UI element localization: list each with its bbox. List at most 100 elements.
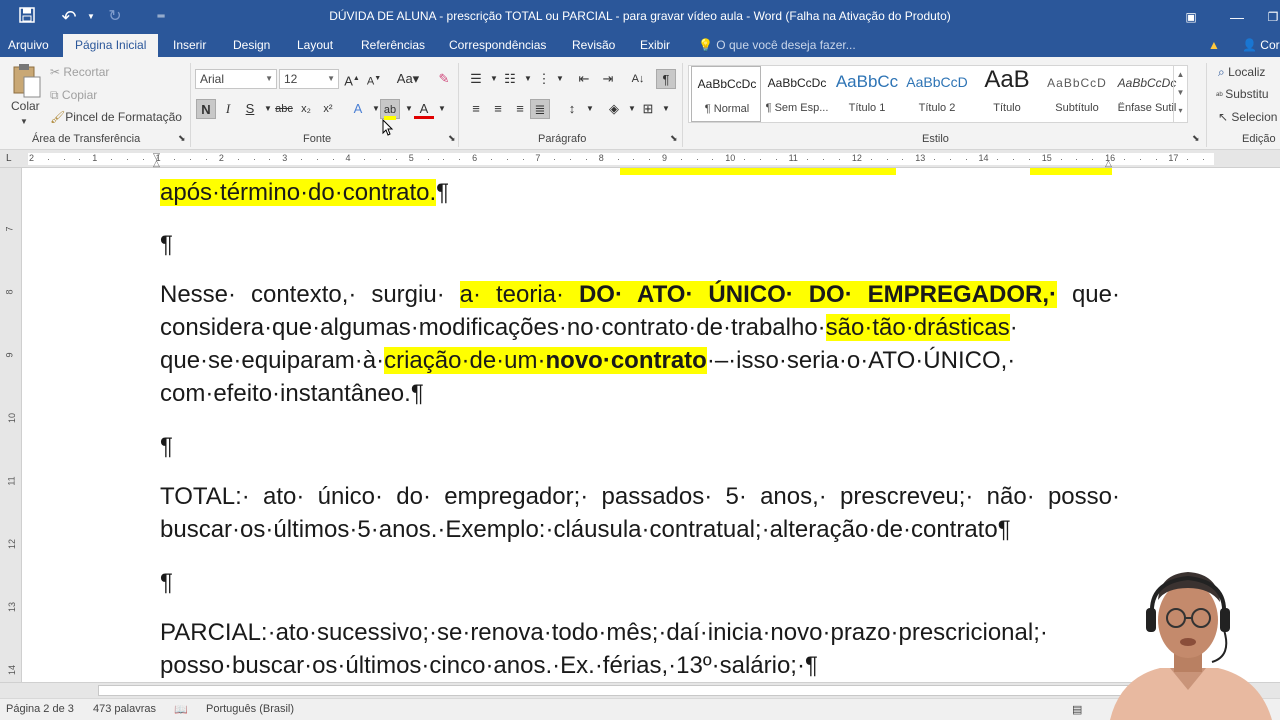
style-subtle-emphasis[interactable]: AaBbCcDc Ênfase Sutil [1112,66,1182,122]
empty-paragraph[interactable]: ¶ [160,566,1120,599]
paragraph-1[interactable]: após·término·do·contrato.¶ [160,176,1120,209]
empty-paragraph[interactable]: ¶ [160,430,1120,463]
style-title[interactable]: AaB Título [972,66,1042,122]
paste-label[interactable]: Colar [11,99,40,113]
sort-icon[interactable]: A↓ [628,69,648,89]
vertical-ruler[interactable]: 7 8 9 10 11 12 13 14 [0,168,22,682]
warning-icon[interactable]: ▲ [1206,34,1222,57]
redo-icon[interactable]: ↻ [104,7,126,27]
style-heading-2[interactable]: AaBbCcD Título 2 [902,66,972,122]
strikethrough-icon[interactable]: abc [274,99,294,119]
style-subtitle[interactable]: AaBbCcD Subtítulo [1042,66,1112,122]
highlight-color-icon[interactable]: ab [380,99,400,120]
word-count[interactable]: 473 palavras [93,703,156,715]
scissors-icon: ✂ [50,65,64,79]
document-page[interactable]: após·término·do·contrato.¶ ¶ Nesse· cont… [22,168,1280,682]
borders-dropdown-icon[interactable]: ▼ [656,99,676,119]
underline-button[interactable]: S [240,99,260,119]
clipboard-launcher-icon[interactable]: ⬊ [178,133,186,144]
ruler-tick [886,159,888,160]
undo-icon[interactable]: ↶ [58,7,80,27]
tab-pagina-inicial[interactable]: Página Inicial [63,34,159,58]
italic-button[interactable]: I [218,99,238,119]
paragraph-2[interactable]: Nesse· contexto,· surgiu· a· teoria· DO·… [160,278,1120,410]
tab-referencias[interactable]: Referências [359,34,427,57]
decrease-indent-icon[interactable]: ⇤ [574,69,594,89]
restore-icon[interactable]: ❐ [1262,7,1280,27]
paragraph-launcher-icon[interactable]: ⬊ [670,133,678,144]
save-icon[interactable] [16,7,38,27]
shrink-font-icon[interactable]: A▼ [364,69,384,89]
paste-icon[interactable] [10,63,42,101]
styles-launcher-icon[interactable]: ⬊ [1192,133,1200,144]
format-painter-button[interactable]: 🖌Pincel de Formatação [50,110,182,124]
text-effects-icon[interactable]: A [348,99,368,119]
font-name-combo[interactable]: Arial ▼ [195,69,277,89]
tab-selector-icon[interactable]: L [6,153,12,164]
shading-icon[interactable]: ◈ [604,99,624,119]
read-mode-icon[interactable]: ▤ [1072,703,1082,716]
multilevel-dropdown-icon[interactable]: ▼ [550,69,570,89]
styles-scroll[interactable]: ▲ ▼ ▾ [1173,66,1187,122]
change-case-icon[interactable]: Aa▾ [394,69,422,89]
ribbon-display-icon[interactable]: ▣ [1180,7,1202,27]
font-launcher-icon[interactable]: ⬊ [448,133,456,144]
align-center-icon[interactable]: ≡ [488,99,508,119]
borders-icon[interactable]: ⊞ [638,99,658,119]
justify-icon[interactable]: ≣ [530,99,550,119]
tab-arquivo[interactable]: Arquivo [6,34,51,57]
tab-revisao[interactable]: Revisão [570,34,617,57]
tab-correspondencias[interactable]: Correspondências [447,34,548,57]
copy-button[interactable]: ⧉ Copiar [50,88,97,103]
copy-label: Copiar [61,88,98,102]
tab-design[interactable]: Design [231,34,272,57]
style-no-spacing[interactable]: AaBbCcDc ¶ Sem Esp... [762,66,832,122]
minimize-icon[interactable]: — [1226,7,1248,27]
line-spacing-icon[interactable]: ↕ [562,99,582,119]
select-button[interactable]: ↖ Selecion [1218,110,1277,124]
ruler-tick [585,159,587,160]
replace-button[interactable]: ᵃᵇ Substitu [1216,87,1269,101]
font-size-combo[interactable]: 12 ▼ [279,69,339,89]
undo-dropdown-icon[interactable]: ▼ [80,7,102,27]
subscript-icon[interactable]: x₂ [296,99,316,119]
share-button[interactable]: 👤 Cor [1240,34,1280,57]
customize-toolbar-icon[interactable]: ═ [150,7,172,27]
language-status[interactable]: Português (Brasil) [206,703,294,715]
line-spacing-dropdown-icon[interactable]: ▼ [580,99,600,119]
numbering-icon[interactable]: ☷ [500,69,520,89]
page-count[interactable]: Página 2 de 3 [6,703,74,715]
cut-button[interactable]: ✂ Recortar [50,65,109,79]
horizontal-ruler[interactable]: L 2 1 1 2 3 4 5 6 7 8 9 10 11 12 13 14 15 16 17 ▽ △ △ [0,150,1280,168]
tell-me-search[interactable]: 💡 O que você deseja fazer... [696,34,858,57]
paragraph-4[interactable]: PARCIAL:·ato·sucessivo;·se·renova·todo·m… [160,616,1120,682]
bullets-icon[interactable]: ☰ [466,69,486,89]
paste-dropdown-icon[interactable]: ▼ [20,117,28,126]
paragraph-3[interactable]: TOTAL:· ato· único· do· empregador;· pas… [160,480,1120,546]
empty-paragraph[interactable]: ¶ [160,228,1120,261]
superscript-icon[interactable]: x² [318,99,338,119]
align-left-icon[interactable]: ≡ [466,99,486,119]
increase-indent-icon[interactable]: ⇥ [598,69,618,89]
vertical-ruler-number: 9 [4,352,15,358]
style-heading-1[interactable]: AaBbCc Título 1 [832,66,902,122]
style-normal[interactable]: AaBbCcDc ¶ Normal [691,66,761,122]
tab-layout[interactable]: Layout [295,34,335,57]
font-color-dropdown-icon[interactable]: ▼ [432,99,452,119]
font-color-icon[interactable]: A [414,99,434,119]
align-right-icon[interactable]: ≡ [510,99,530,119]
ruler-tick [79,159,81,160]
clear-formatting-icon[interactable]: ✎ [434,69,454,89]
proofing-icon[interactable]: 📖 [174,703,188,716]
tab-inserir[interactable]: Inserir [171,34,208,57]
scrollbar-thumb[interactable] [98,685,1138,696]
bold-button[interactable]: N [196,99,216,119]
horizontal-scrollbar[interactable] [0,682,1280,698]
tab-exibir[interactable]: Exibir [638,34,672,57]
find-button[interactable]: ⌕ Localiz [1218,65,1265,80]
grow-font-icon[interactable]: A▲ [342,69,362,89]
font-size-value: 12 [284,72,298,86]
ruler-number: 17 [1168,153,1179,163]
ruler-number: 10 [725,153,736,163]
show-formatting-marks-icon[interactable]: ¶ [656,69,676,89]
